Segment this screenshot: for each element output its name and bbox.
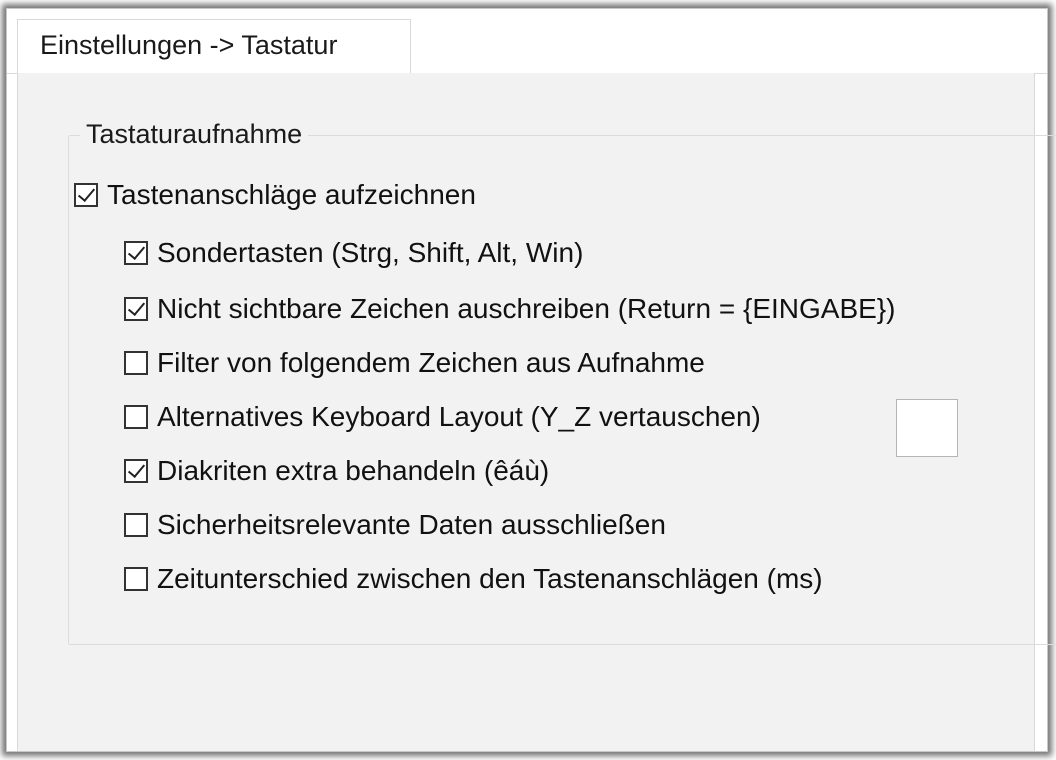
option-label: Tastenanschläge aufzeichnen (107, 179, 476, 210)
checkbox-exclude-sensitive-data[interactable] (124, 513, 148, 537)
tab-keyboard-settings[interactable]: Einstellungen -> Tastatur (17, 19, 411, 75)
option-record-keystrokes[interactable]: Tastenanschläge aufzeichnen (74, 179, 476, 211)
settings-window: Einstellungen -> Tastatur Tastaturaufnah… (6, 8, 1056, 752)
checkbox-record-keystrokes[interactable] (74, 183, 98, 207)
checkbox-keystroke-timing[interactable] (124, 567, 148, 591)
option-filter-char[interactable]: Filter von folgendem Zeichen aus Aufnahm… (124, 347, 705, 379)
option-label: Sondertasten (Strg, Shift, Alt, Win) (157, 237, 584, 268)
option-keystroke-timing[interactable]: Zeitunterschied zwischen den Tastenansch… (124, 563, 823, 595)
option-alt-keyboard-layout[interactable]: Alternatives Keyboard Layout (Y_Z vertau… (124, 401, 761, 433)
checkbox-special-keys[interactable] (124, 241, 148, 265)
checkbox-invisible-chars[interactable] (124, 297, 148, 321)
checkbox-diacritics[interactable] (124, 459, 148, 483)
option-label: Zeitunterschied zwischen den Tastenansch… (157, 563, 823, 594)
filter-char-input[interactable] (896, 399, 958, 457)
tab-label: Einstellungen -> Tastatur (40, 30, 338, 60)
checkbox-filter-char[interactable] (124, 351, 148, 375)
option-special-keys[interactable]: Sondertasten (Strg, Shift, Alt, Win) (124, 237, 583, 269)
option-label: Diakriten extra behandeln (êáù) (157, 455, 550, 486)
option-label: Nicht sichtbare Zeichen auschreiben (Ret… (157, 293, 896, 324)
checkbox-alt-keyboard-layout[interactable] (124, 405, 148, 429)
tab-strip: Einstellungen -> Tastatur (7, 9, 1047, 75)
option-label: Alternatives Keyboard Layout (Y_Z vertau… (157, 401, 761, 432)
option-label: Filter von folgendem Zeichen aus Aufnahm… (157, 347, 705, 378)
groupbox-title: Tastaturaufnahme (80, 119, 309, 150)
tab-panel: Tastaturaufnahme Tastenanschläge aufzeic… (17, 73, 1056, 751)
option-invisible-chars[interactable]: Nicht sichtbare Zeichen auschreiben (Ret… (124, 293, 895, 325)
option-diacritics[interactable]: Diakriten extra behandeln (êáù) (124, 455, 549, 487)
option-exclude-sensitive-data[interactable]: Sicherheitsrelevante Daten ausschließen (124, 509, 666, 541)
option-label: Sicherheitsrelevante Daten ausschließen (157, 509, 666, 540)
